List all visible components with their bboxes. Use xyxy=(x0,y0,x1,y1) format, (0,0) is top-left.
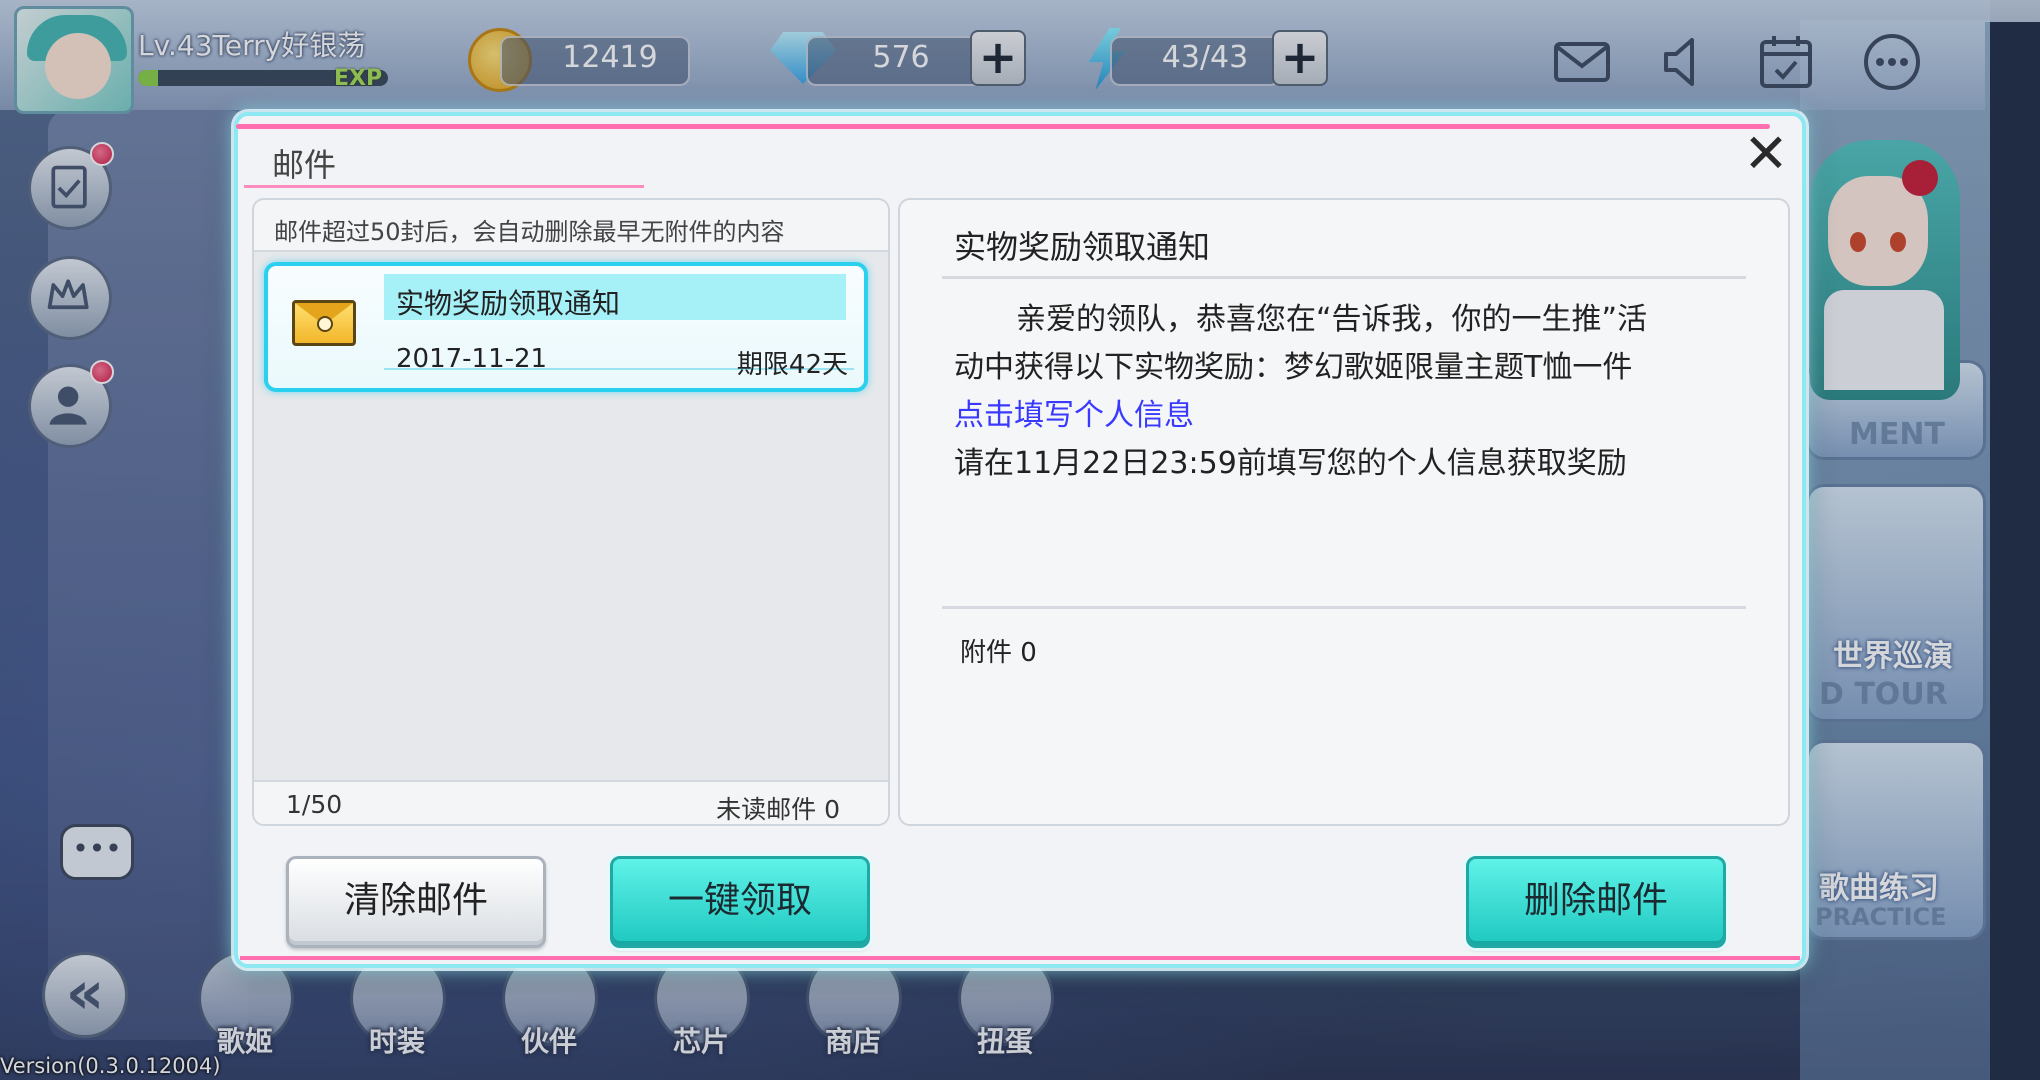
delete-mail-button[interactable]: 删除邮件 xyxy=(1466,856,1726,948)
claim-all-button[interactable]: 一键领取 xyxy=(610,856,870,948)
mail-item-title: 实物奖励领取通知 xyxy=(396,287,621,320)
close-button[interactable]: ✕ xyxy=(1738,126,1794,182)
close-icon: ✕ xyxy=(1743,122,1789,185)
mail-body-line: 亲爱的领队，恭喜您在“告诉我，你的一生推”活 xyxy=(1016,302,1648,337)
dialog-title: 邮件 xyxy=(272,146,337,184)
unread-count: 未读邮件 0 xyxy=(716,795,840,824)
mail-body-line: 请在11月22日23:59前填写您的个人信息获取奖励 xyxy=(954,446,1627,481)
mail-body-line: 动中获得以下实物奖励：梦幻歌姬限量主题T恤一件 xyxy=(954,350,1633,385)
mail-list-header: 邮件超过50封后，会自动删除最早无附件的内容 xyxy=(254,200,888,252)
detail-divider xyxy=(942,276,1746,279)
fill-info-link[interactable]: 点击填写个人信息 xyxy=(954,390,1194,434)
mail-limit-notice: 邮件超过50封后，会自动删除最早无附件的内容 xyxy=(274,218,785,246)
attachment-count: 附件 0 xyxy=(960,638,1037,668)
clear-mail-button[interactable]: 清除邮件 xyxy=(286,856,546,948)
mail-count: 1/50 xyxy=(286,790,343,819)
mail-item-date: 2017-11-21 xyxy=(396,344,548,374)
dialog-accent-bottom xyxy=(240,956,1800,960)
mail-item-expiry: 期限42天 xyxy=(736,350,848,380)
envelope-seal-icon xyxy=(317,316,333,332)
attachment-divider xyxy=(942,606,1746,609)
mail-detail-title: 实物奖励领取通知 xyxy=(954,228,1211,266)
mail-list-footer: 1/50 未读邮件 0 xyxy=(254,780,888,824)
mail-detail-panel xyxy=(898,198,1790,826)
